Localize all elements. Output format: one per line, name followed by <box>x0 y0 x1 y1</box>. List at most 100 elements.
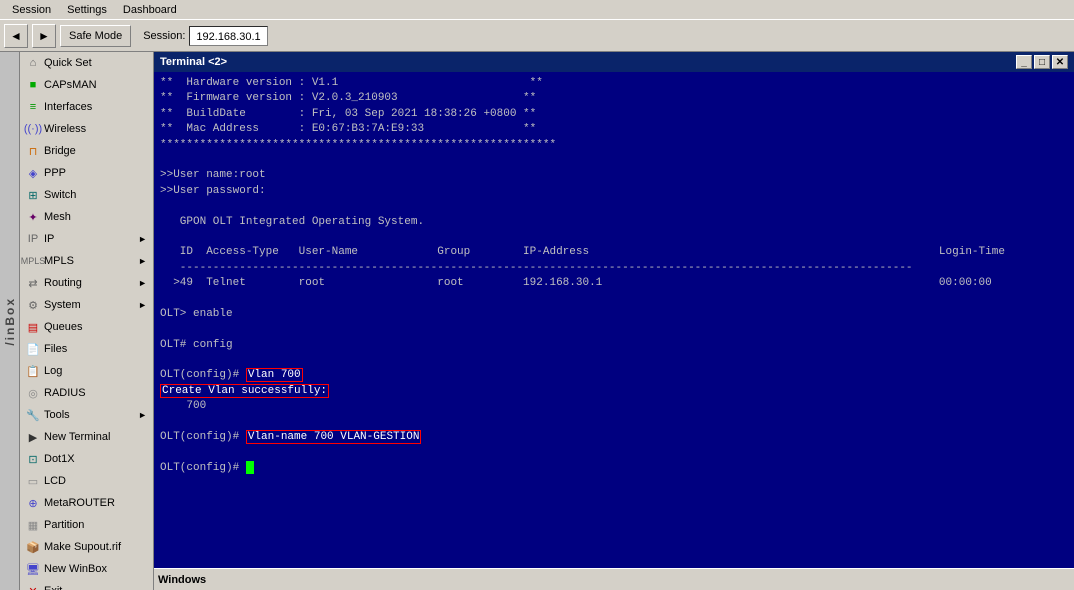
sidebar-label-ip: IP <box>44 233 54 245</box>
sidebar-label-new-terminal: New Terminal <box>44 431 110 443</box>
sidebar-item-queues[interactable]: ▤ Queues <box>20 316 153 338</box>
wireless-icon: ((·)) <box>26 122 40 136</box>
dot1x-icon: ⊡ <box>26 452 40 466</box>
safe-mode-button[interactable]: Safe Mode <box>60 25 131 47</box>
sidebar: ⌂ Quick Set ■ CAPsMAN ≡ Interfaces ((·))… <box>20 52 154 590</box>
capsman-icon: ■ <box>26 78 40 92</box>
files-icon: 📄 <box>26 342 40 356</box>
sidebar-item-dot1x[interactable]: ⊡ Dot1X <box>20 448 153 470</box>
partition-icon: ▦ <box>26 518 40 532</box>
sidebar-label-quick-set: Quick Set <box>44 57 92 69</box>
system-icon: ⚙ <box>26 298 40 312</box>
sidebar-item-ip[interactable]: IP IP ► <box>20 228 153 250</box>
sidebar-item-metarouter[interactable]: ⊕ MetaROUTER <box>20 492 153 514</box>
sidebar-item-lcd[interactable]: ▭ LCD <box>20 470 153 492</box>
cmd2-highlight: Create Vlan successfully: <box>160 384 329 398</box>
mpls-arrow: ► <box>138 256 147 266</box>
sidebar-label-files: Files <box>44 343 67 355</box>
system-arrow: ► <box>138 300 147 310</box>
sidebar-label-queues: Queues <box>44 321 83 333</box>
mpls-icon: MPLS <box>26 254 40 268</box>
sidebar-item-ppp[interactable]: ◈ PPP <box>20 162 153 184</box>
ip-arrow: ► <box>138 234 147 244</box>
sidebar-label-capsman: CAPsMAN <box>44 79 97 91</box>
sidebar-label-routing: Routing <box>44 277 82 289</box>
sidebar-item-wireless[interactable]: ((·)) Wireless <box>20 118 153 140</box>
queues-icon: ▤ <box>26 320 40 334</box>
sidebar-item-log[interactable]: 📋 Log <box>20 360 153 382</box>
sidebar-label-mpls: MPLS <box>44 255 74 267</box>
sidebar-item-partition[interactable]: ▦ Partition <box>20 514 153 536</box>
terminal-titlebar: Terminal <2> _ □ ✕ <box>154 52 1074 72</box>
exit-icon: ✕ <box>26 584 40 590</box>
log-icon: 📋 <box>26 364 40 378</box>
sidebar-item-mpls[interactable]: MPLS MPLS ► <box>20 250 153 272</box>
supout-icon: 📦 <box>26 540 40 554</box>
back-button[interactable]: ◄ <box>4 24 28 48</box>
sidebar-item-system[interactable]: ⚙ System ► <box>20 294 153 316</box>
sidebar-item-new-winbox[interactable]: 🖥 New WinBox <box>20 558 153 580</box>
sidebar-item-new-terminal[interactable]: ▶ New Terminal <box>20 426 153 448</box>
switch-icon: ⊞ <box>26 188 40 202</box>
terminal-close-button[interactable]: ✕ <box>1052 55 1068 69</box>
winbox-edge: /inBox <box>0 52 20 590</box>
sidebar-label-ppp: PPP <box>44 167 66 179</box>
sidebar-label-partition: Partition <box>44 519 84 531</box>
new-winbox-icon: 🖥 <box>26 562 40 576</box>
metarouter-icon: ⊕ <box>26 496 40 510</box>
forward-button[interactable]: ► <box>32 24 56 48</box>
radius-icon: ◎ <box>26 386 40 400</box>
sidebar-label-radius: RADIUS <box>44 387 86 399</box>
bridge-icon: ⊓ <box>26 144 40 158</box>
cmd3-highlight: Vlan-name 700 VLAN-GESTION <box>246 430 422 444</box>
ip-icon: IP <box>26 232 40 246</box>
menu-bar: Session Settings Dashboard <box>0 0 1074 20</box>
sidebar-label-metarouter: MetaROUTER <box>44 497 115 509</box>
sidebar-item-make-supout[interactable]: 📦 Make Supout.rif <box>20 536 153 558</box>
sidebar-item-exit[interactable]: ✕ Exit <box>20 580 153 590</box>
sidebar-item-switch[interactable]: ⊞ Switch <box>20 184 153 206</box>
sidebar-label-wireless: Wireless <box>44 123 86 135</box>
sidebar-label-lcd: LCD <box>44 475 66 487</box>
sidebar-label-switch: Switch <box>44 189 76 201</box>
terminal-output: ** Hardware version : V1.1 ** ** Firmwar… <box>160 77 1005 474</box>
sidebar-item-tools[interactable]: 🔧 Tools ► <box>20 404 153 426</box>
sidebar-label-interfaces: Interfaces <box>44 101 92 113</box>
terminal-cursor <box>246 461 254 474</box>
tools-arrow: ► <box>138 410 147 420</box>
session-ip: 192.168.30.1 <box>189 26 267 46</box>
sidebar-item-files[interactable]: 📄 Files <box>20 338 153 360</box>
terminal-minimize-button[interactable]: _ <box>1016 55 1032 69</box>
menu-settings[interactable]: Settings <box>59 2 115 18</box>
sidebar-label-new-winbox: New WinBox <box>44 563 107 575</box>
sidebar-item-capsman[interactable]: ■ CAPsMAN <box>20 74 153 96</box>
quick-set-icon: ⌂ <box>26 56 40 70</box>
terminal-title: Terminal <2> <box>160 56 1014 68</box>
sidebar-label-tools: Tools <box>44 409 70 421</box>
sidebar-label-exit: Exit <box>44 585 62 590</box>
sidebar-item-radius[interactable]: ◎ RADIUS <box>20 382 153 404</box>
menu-session[interactable]: Session <box>4 2 59 18</box>
menu-dashboard[interactable]: Dashboard <box>115 2 185 18</box>
forward-icon: ► <box>38 29 50 43</box>
terminal-body[interactable]: ** Hardware version : V1.1 ** ** Firmwar… <box>154 72 1074 568</box>
sidebar-item-quick-set[interactable]: ⌂ Quick Set <box>20 52 153 74</box>
sidebar-item-bridge[interactable]: ⊓ Bridge <box>20 140 153 162</box>
back-icon: ◄ <box>10 29 22 43</box>
windows-label: Windows <box>158 574 206 586</box>
sidebar-label-dot1x: Dot1X <box>44 453 75 465</box>
sidebar-item-interfaces[interactable]: ≡ Interfaces <box>20 96 153 118</box>
mesh-icon: ✦ <box>26 210 40 224</box>
sidebar-item-routing[interactable]: ⇄ Routing ► <box>20 272 153 294</box>
cmd1-highlight: Vlan 700 <box>246 368 303 382</box>
session-label: Session: <box>143 30 185 42</box>
routing-arrow: ► <box>138 278 147 288</box>
interfaces-icon: ≡ <box>26 100 40 114</box>
terminal-maximize-button[interactable]: □ <box>1034 55 1050 69</box>
sidebar-item-mesh[interactable]: ✦ Mesh <box>20 206 153 228</box>
lcd-icon: ▭ <box>26 474 40 488</box>
toolbar: ◄ ► Safe Mode Session: 192.168.30.1 <box>0 20 1074 52</box>
terminal-container: Terminal <2> _ □ ✕ ** Hardware version :… <box>154 52 1074 590</box>
sidebar-label-system: System <box>44 299 81 311</box>
sidebar-label-bridge: Bridge <box>44 145 76 157</box>
